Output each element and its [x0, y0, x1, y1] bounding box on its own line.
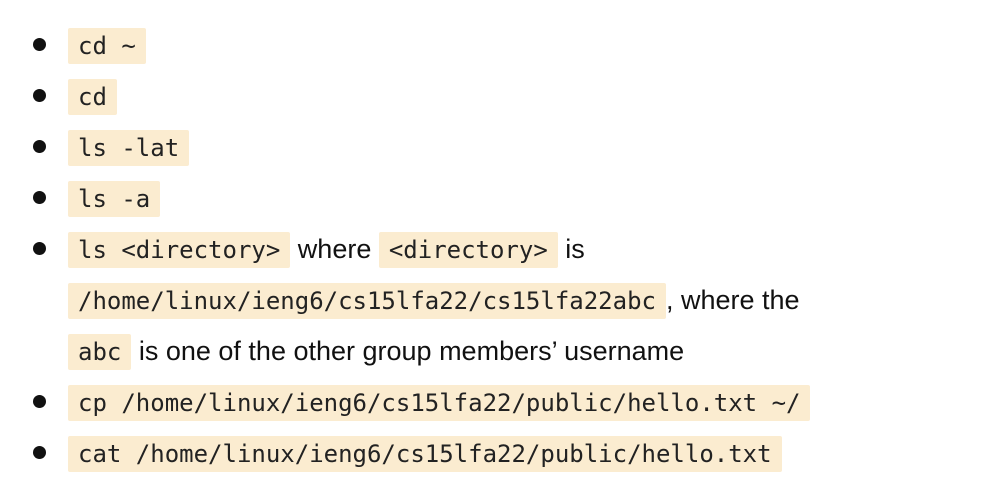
- list-item: ls -a: [0, 173, 996, 224]
- inline-code: cd ~: [68, 28, 146, 64]
- list-item-text: where: [290, 234, 379, 264]
- list-item: ls <directory> where <directory> is /hom…: [0, 224, 996, 377]
- inline-code: cat /home/linux/ieng6/cs15lfa22/public/h…: [68, 436, 782, 472]
- bullet-icon: [33, 38, 46, 51]
- bullet-icon: [33, 242, 46, 255]
- list-item: cat /home/linux/ieng6/cs15lfa22/public/h…: [0, 428, 996, 479]
- inline-code: cp /home/linux/ieng6/cs15lfa22/public/he…: [68, 385, 811, 421]
- list-item: cp /home/linux/ieng6/cs15lfa22/public/he…: [0, 377, 996, 428]
- inline-code: ls <directory>: [68, 232, 291, 268]
- list-item-text: , where the: [665, 285, 808, 315]
- inline-code: /home/linux/ieng6/cs15lfa22/cs15lfa22abc: [68, 283, 666, 319]
- bullet-icon: [33, 191, 46, 204]
- command-list: cd ~ cd ls -lat ls -a ls <directory> whe…: [0, 0, 996, 479]
- inline-code: abc: [68, 334, 132, 370]
- bullet-icon: [33, 140, 46, 153]
- document-content: cd ~ cd ls -lat ls -a ls <directory> whe…: [0, 0, 996, 500]
- bullet-icon: [33, 89, 46, 102]
- inline-code: cd: [68, 79, 117, 115]
- bullet-icon: [33, 446, 46, 459]
- bullet-icon: [33, 395, 46, 408]
- list-item-text: is one of the other group members’ usern…: [131, 336, 685, 366]
- inline-code: ls -a: [68, 181, 161, 217]
- list-item: cd ~: [0, 20, 996, 71]
- list-item: cd: [0, 71, 996, 122]
- inline-code: <directory>: [378, 232, 558, 268]
- inline-code: ls -lat: [68, 130, 190, 166]
- list-item-text: is: [557, 234, 593, 264]
- list-item: ls -lat: [0, 122, 996, 173]
